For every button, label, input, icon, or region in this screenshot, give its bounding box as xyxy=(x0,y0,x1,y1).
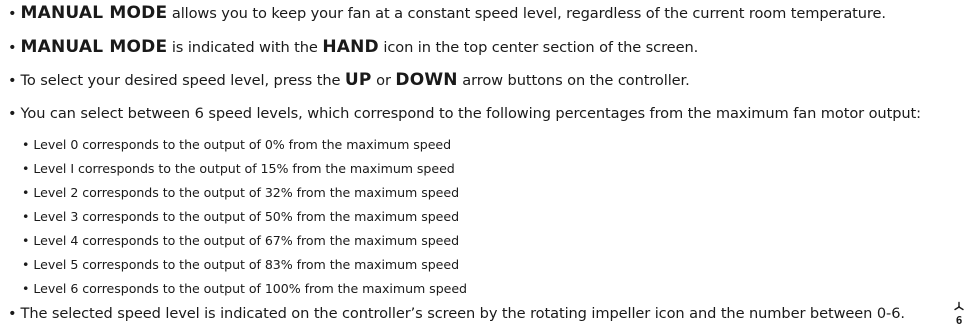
speed-level-digit: 6 xyxy=(956,314,963,325)
levels-intro-text: You can select between 6 speed levels, w… xyxy=(20,105,922,122)
select-text: To select your desired speed level, pres… xyxy=(20,72,345,89)
bullet-dot: • xyxy=(22,281,30,296)
intro-paragraph: • MANUAL MODE allows you to keep your fan… xyxy=(8,3,886,24)
manual-mode-term: MANUAL MODE xyxy=(20,37,168,57)
level-text: Level 4 corresponds to the output of 67%… xyxy=(33,233,460,248)
hand-term: HAND xyxy=(322,37,379,57)
level-item: • Level 3 corresponds to the output of 50… xyxy=(22,208,459,226)
select-paragraph: • To select your desired speed level, pre… xyxy=(8,70,690,91)
bullet-dot: • xyxy=(8,39,17,56)
level-item: • Level 2 corresponds to the output of 32… xyxy=(22,184,459,202)
bullet-dot: • xyxy=(8,305,17,322)
bullet-dot: • xyxy=(22,161,30,176)
indicator-rest-text: icon in the top center section of the sc… xyxy=(378,39,699,56)
level-item: • Level I corresponds to the output of 15… xyxy=(22,160,455,178)
level-item: • Level 5 corresponds to the output of 83… xyxy=(22,256,459,274)
indicator-text: is indicated with the xyxy=(167,39,323,56)
level-text: Level 5 corresponds to the output of 83%… xyxy=(33,257,460,272)
closing-paragraph: • The selected speed level is indicated o… xyxy=(8,304,905,324)
intro-text: allows you to keep your fan at a constan… xyxy=(167,5,886,22)
fan-impeller-icon: 6 xyxy=(954,301,964,325)
indicator-paragraph: • MANUAL MODE is indicated with the HAND … xyxy=(8,37,698,58)
bullet-dot: • xyxy=(22,209,30,224)
select-rest-text: arrow buttons on the controller. xyxy=(457,72,690,89)
bullet-dot: • xyxy=(22,185,30,200)
bullet-dot: • xyxy=(22,257,30,272)
closing-text: The selected speed level is indicated on… xyxy=(20,305,906,322)
up-term: UP xyxy=(344,70,372,90)
manual-mode-term: MANUAL MODE xyxy=(20,3,168,23)
level-text: Level 6 corresponds to the output of 100… xyxy=(33,281,467,296)
level-text: Level 2 corresponds to the output of 32%… xyxy=(33,185,460,200)
bullet-dot: • xyxy=(8,72,17,89)
bullet-dot: • xyxy=(22,137,30,152)
level-text: Level I corresponds to the output of 15%… xyxy=(33,161,455,176)
bullet-dot: • xyxy=(8,5,17,22)
level-item: • Level 6 corresponds to the output of 10… xyxy=(22,280,467,298)
level-text: Level 3 corresponds to the output of 50%… xyxy=(33,209,460,224)
levels-intro-paragraph: • You can select between 6 speed levels, … xyxy=(8,104,921,124)
level-text: Level 0 corresponds to the output of 0% … xyxy=(33,137,452,152)
level-item: • Level 0 corresponds to the output of 0%… xyxy=(22,136,451,154)
or-text: or xyxy=(371,72,396,89)
level-item: • Level 4 corresponds to the output of 67… xyxy=(22,232,459,250)
manual-mode-document: • MANUAL MODE allows you to keep your fan… xyxy=(0,0,973,327)
down-term: DOWN xyxy=(395,70,458,90)
bullet-dot: • xyxy=(8,105,17,122)
bullet-dot: • xyxy=(22,233,30,248)
